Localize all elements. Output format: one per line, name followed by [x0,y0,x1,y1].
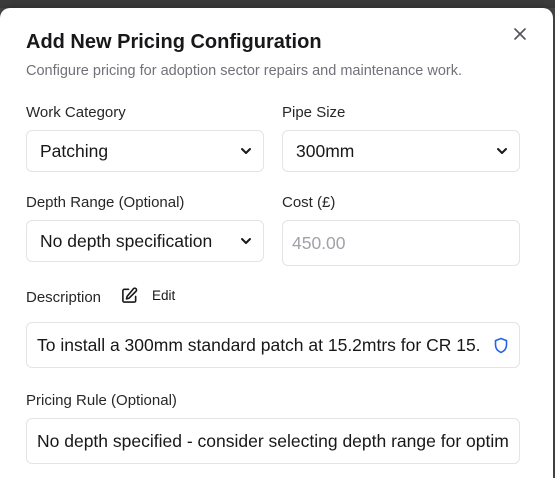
description-label: Description [26,289,102,306]
chevron-down-icon [241,148,251,154]
cost-input[interactable]: 450.00 [282,220,520,266]
description-value: To install a 300mm standard patch at 15.… [37,334,481,355]
pipe-size-select[interactable]: 300mm [282,130,520,172]
depth-range-select[interactable]: No depth specification [26,220,264,262]
pipe-size-value: 300mm [296,140,355,161]
depth-range-label: Depth Range (Optional) [26,194,185,211]
pricing-rule-label: Pricing Rule (Optional) [26,392,177,409]
edit-label: Edit [152,288,176,303]
chevron-down-icon [497,148,507,154]
work-category-label: Work Category [26,104,126,121]
depth-range-value: No depth specification [40,230,213,251]
pricing-rule-value: No depth specified - consider selecting … [37,430,509,451]
pricing-dialog: Add New Pricing Configuration Configure … [0,8,553,478]
pencil-square-icon [122,287,138,303]
close-button[interactable] [508,22,532,46]
cost-label: Cost (£) [282,194,336,211]
dialog-title: Add New Pricing Configuration [26,31,322,53]
work-category-value: Patching [40,140,109,161]
edit-description-button[interactable]: Edit [121,287,175,304]
description-field[interactable]: To install a 300mm standard patch at 15.… [26,322,520,368]
shield-icon [494,337,508,353]
pipe-size-label: Pipe Size [282,104,346,121]
chevron-down-icon [241,238,251,244]
close-icon [514,28,526,40]
dialog-subtitle: Configure pricing for adoption sector re… [26,63,463,79]
backdrop [0,0,555,8]
cost-placeholder: 450.00 [292,232,346,253]
work-category-select[interactable]: Patching [26,130,264,172]
pricing-rule-field[interactable]: No depth specified - consider selecting … [26,418,520,464]
